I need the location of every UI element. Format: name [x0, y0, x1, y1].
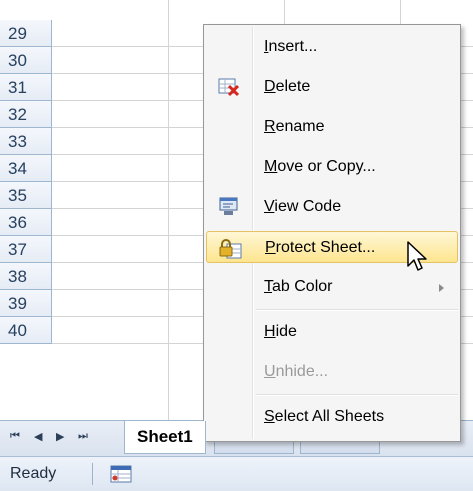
menu-item-label: Move or Copy... [264, 158, 376, 175]
sheet-context-menu: Insert... Delete Rename Move or Copy... [203, 24, 461, 442]
row-header[interactable]: 37 [0, 236, 52, 263]
menu-item-label: Rename [264, 118, 325, 135]
menu-item-move-or-copy[interactable]: Move or Copy... [206, 151, 458, 183]
last-sheet-button[interactable]: ⏭ [78, 430, 88, 443]
menu-item-label: Tab Color [264, 278, 333, 295]
menu-item-label: Select All Sheets [264, 408, 385, 425]
row-header[interactable]: 31 [0, 74, 52, 101]
macro-record-icon[interactable] [110, 464, 132, 489]
row-header[interactable]: 35 [0, 182, 52, 209]
menu-item-view-code[interactable]: View Code [206, 191, 458, 223]
delete-sheet-icon [218, 77, 240, 97]
previous-sheet-button[interactable]: ◀ [34, 430, 42, 443]
menu-item-label: View Code [264, 198, 342, 215]
menu-item-label: Delete [264, 78, 311, 95]
status-divider [92, 463, 93, 485]
row-header[interactable]: 34 [0, 155, 52, 182]
menu-item-label: Insert... [264, 38, 318, 55]
row-header[interactable]: 32 [0, 101, 52, 128]
menu-item-insert[interactable]: Insert... [206, 31, 458, 63]
menu-item-label: Protect Sheet... [265, 239, 376, 256]
next-sheet-button[interactable]: ▶ [56, 430, 64, 443]
view-code-icon [218, 197, 240, 217]
menu-item-unhide: Unhide... [206, 356, 458, 388]
sheet-tab-sheet1[interactable]: Sheet1 [124, 421, 206, 454]
protect-sheet-icon [219, 238, 242, 259]
submenu-arrow-icon [439, 284, 444, 292]
menu-separator [256, 309, 458, 311]
menu-item-hide[interactable]: Hide [206, 316, 458, 348]
row-header[interactable]: 39 [0, 290, 52, 317]
menu-item-label: Unhide... [264, 363, 329, 380]
menu-item-delete[interactable]: Delete [206, 71, 458, 103]
row-header[interactable]: 33 [0, 128, 52, 155]
menu-item-select-all-sheets[interactable]: Select All Sheets [206, 401, 458, 433]
row-header[interactable]: 30 [0, 47, 52, 74]
menu-separator [256, 394, 458, 396]
menu-item-rename[interactable]: Rename [206, 111, 458, 143]
mouse-pointer-icon [406, 240, 430, 279]
status-bar: Ready [0, 456, 473, 491]
row-header[interactable]: 38 [0, 263, 52, 290]
status-text: Ready [10, 465, 57, 482]
row-header[interactable]: 40 [0, 317, 52, 344]
menu-item-label: Hide [264, 323, 297, 340]
row-header[interactable]: 36 [0, 209, 52, 236]
first-sheet-button[interactable]: ⏮ [10, 430, 20, 443]
row-header[interactable]: 29 [0, 20, 52, 47]
